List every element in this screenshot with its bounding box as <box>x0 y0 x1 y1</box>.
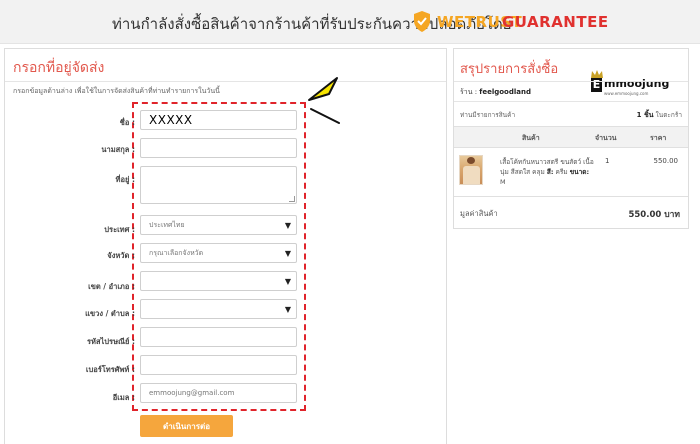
surname-field[interactable] <box>140 138 297 158</box>
shop-prefix: ร้าน : <box>460 88 478 96</box>
crown-icon <box>591 70 603 78</box>
shop-info: ร้าน : feelgoodland <box>460 87 531 98</box>
email-label: อีเมล : <box>112 393 135 402</box>
name-field[interactable]: XXXXX <box>140 110 297 130</box>
chevron-down-icon: ▼ <box>284 221 291 230</box>
total-label: มูลค่าสินค้า <box>460 209 498 218</box>
order-summary-panel: สรุปรายการสั่งซื้อ E mmoojung www.emmooj… <box>453 48 689 229</box>
chevron-down-icon: ▼ <box>284 277 291 286</box>
divider <box>5 81 446 82</box>
cart-count-info: 1 ชิ้น ในตะกร้า <box>637 110 682 121</box>
pointer-arrow-icon <box>310 108 340 124</box>
cart-label: ท่านมีรายการสินค้า <box>460 111 516 119</box>
surname-label: นามสกุล : <box>101 145 135 154</box>
product-description: เสื้อโค้ทกันหนาวสตรี ขนสัตว์ เนื้อนุ่ม ส… <box>500 157 596 187</box>
district-label: เขต / อำเภอ : <box>88 282 135 291</box>
divider <box>454 196 688 197</box>
postcode-field[interactable] <box>140 327 297 347</box>
watermark-logo: mmoojung <box>604 77 670 90</box>
postcode-label: รหัสไปรษณีย์ : <box>86 337 135 346</box>
brand-guarantee: GUARANTEE <box>502 13 609 31</box>
product-qty: 1 <box>605 157 610 165</box>
phone-field[interactable] <box>140 355 297 375</box>
province-label: จังหวัด : <box>107 251 135 260</box>
country-select[interactable]: ประเทศไทย ▼ <box>140 215 297 235</box>
form-description: กรอกข้อมูลด้านล่าง เพื่อใช้ในการจัดส่งสิ… <box>13 87 220 95</box>
watermark-url: www.emmoojung.com <box>604 91 649 96</box>
cart-suffix: ในตะกร้า <box>655 111 682 119</box>
continue-button[interactable]: ดำเนินการต่อ <box>140 415 233 437</box>
shipping-form-panel: กรอกที่อยู่จัดส่ง กรอกข้อมูลด้านล่าง เพื… <box>4 48 447 444</box>
color-value: ครีม <box>555 168 568 176</box>
chevron-down-icon: ▼ <box>284 249 291 258</box>
address-label: ที่อยู่ : <box>115 175 135 184</box>
email-field[interactable]: emmoojung@gmail.com <box>140 383 297 403</box>
col-price: ราคา <box>650 134 667 142</box>
col-product: สินค้า <box>522 134 540 142</box>
product-price: 550.00 <box>653 157 679 165</box>
subdistrict-select[interactable]: ▼ <box>140 299 297 319</box>
divider <box>454 81 688 82</box>
product-image[interactable] <box>459 155 483 185</box>
shield-check-icon <box>414 11 430 32</box>
form-title: กรอกที่อยู่จัดส่ง <box>13 60 105 76</box>
pointer-arrow-icon <box>308 77 338 101</box>
cart-count: 1 ชิ้น <box>636 111 654 119</box>
chevron-down-icon: ▼ <box>284 305 291 314</box>
table-header: สินค้า จำนวน ราคา <box>454 126 688 148</box>
address-field[interactable] <box>140 166 297 204</box>
guarantee-banner: ท่านกำลังสั่งซื้อสินค้าจากร้านค้าที่รับป… <box>0 0 700 44</box>
shop-name: feelgoodland <box>479 88 531 96</box>
subdistrict-label: แขวง / ตำบล : <box>85 309 135 318</box>
total-value: 550.00 บาท <box>628 210 680 220</box>
divider <box>454 101 688 102</box>
resize-handle[interactable] <box>289 196 295 202</box>
col-qty: จำนวน <box>595 134 617 142</box>
size-label: ขนาด: <box>569 168 590 176</box>
province-select[interactable]: กรุณาเลือกจังหวัด ▼ <box>140 243 297 263</box>
phone-label: เบอร์โทรศัพท์ : <box>85 365 135 374</box>
province-select-value: กรุณาเลือกจังหวัด <box>149 248 204 257</box>
district-select[interactable]: ▼ <box>140 271 297 291</box>
size-value: M <box>500 178 506 186</box>
country-label: ประเทศ : <box>104 225 135 234</box>
color-label: สี: <box>546 168 554 176</box>
summary-title: สรุปรายการสั่งซื้อ <box>460 62 559 77</box>
name-label: ชื่อ : <box>119 118 135 127</box>
country-select-value: ประเทศไทย <box>149 220 185 229</box>
